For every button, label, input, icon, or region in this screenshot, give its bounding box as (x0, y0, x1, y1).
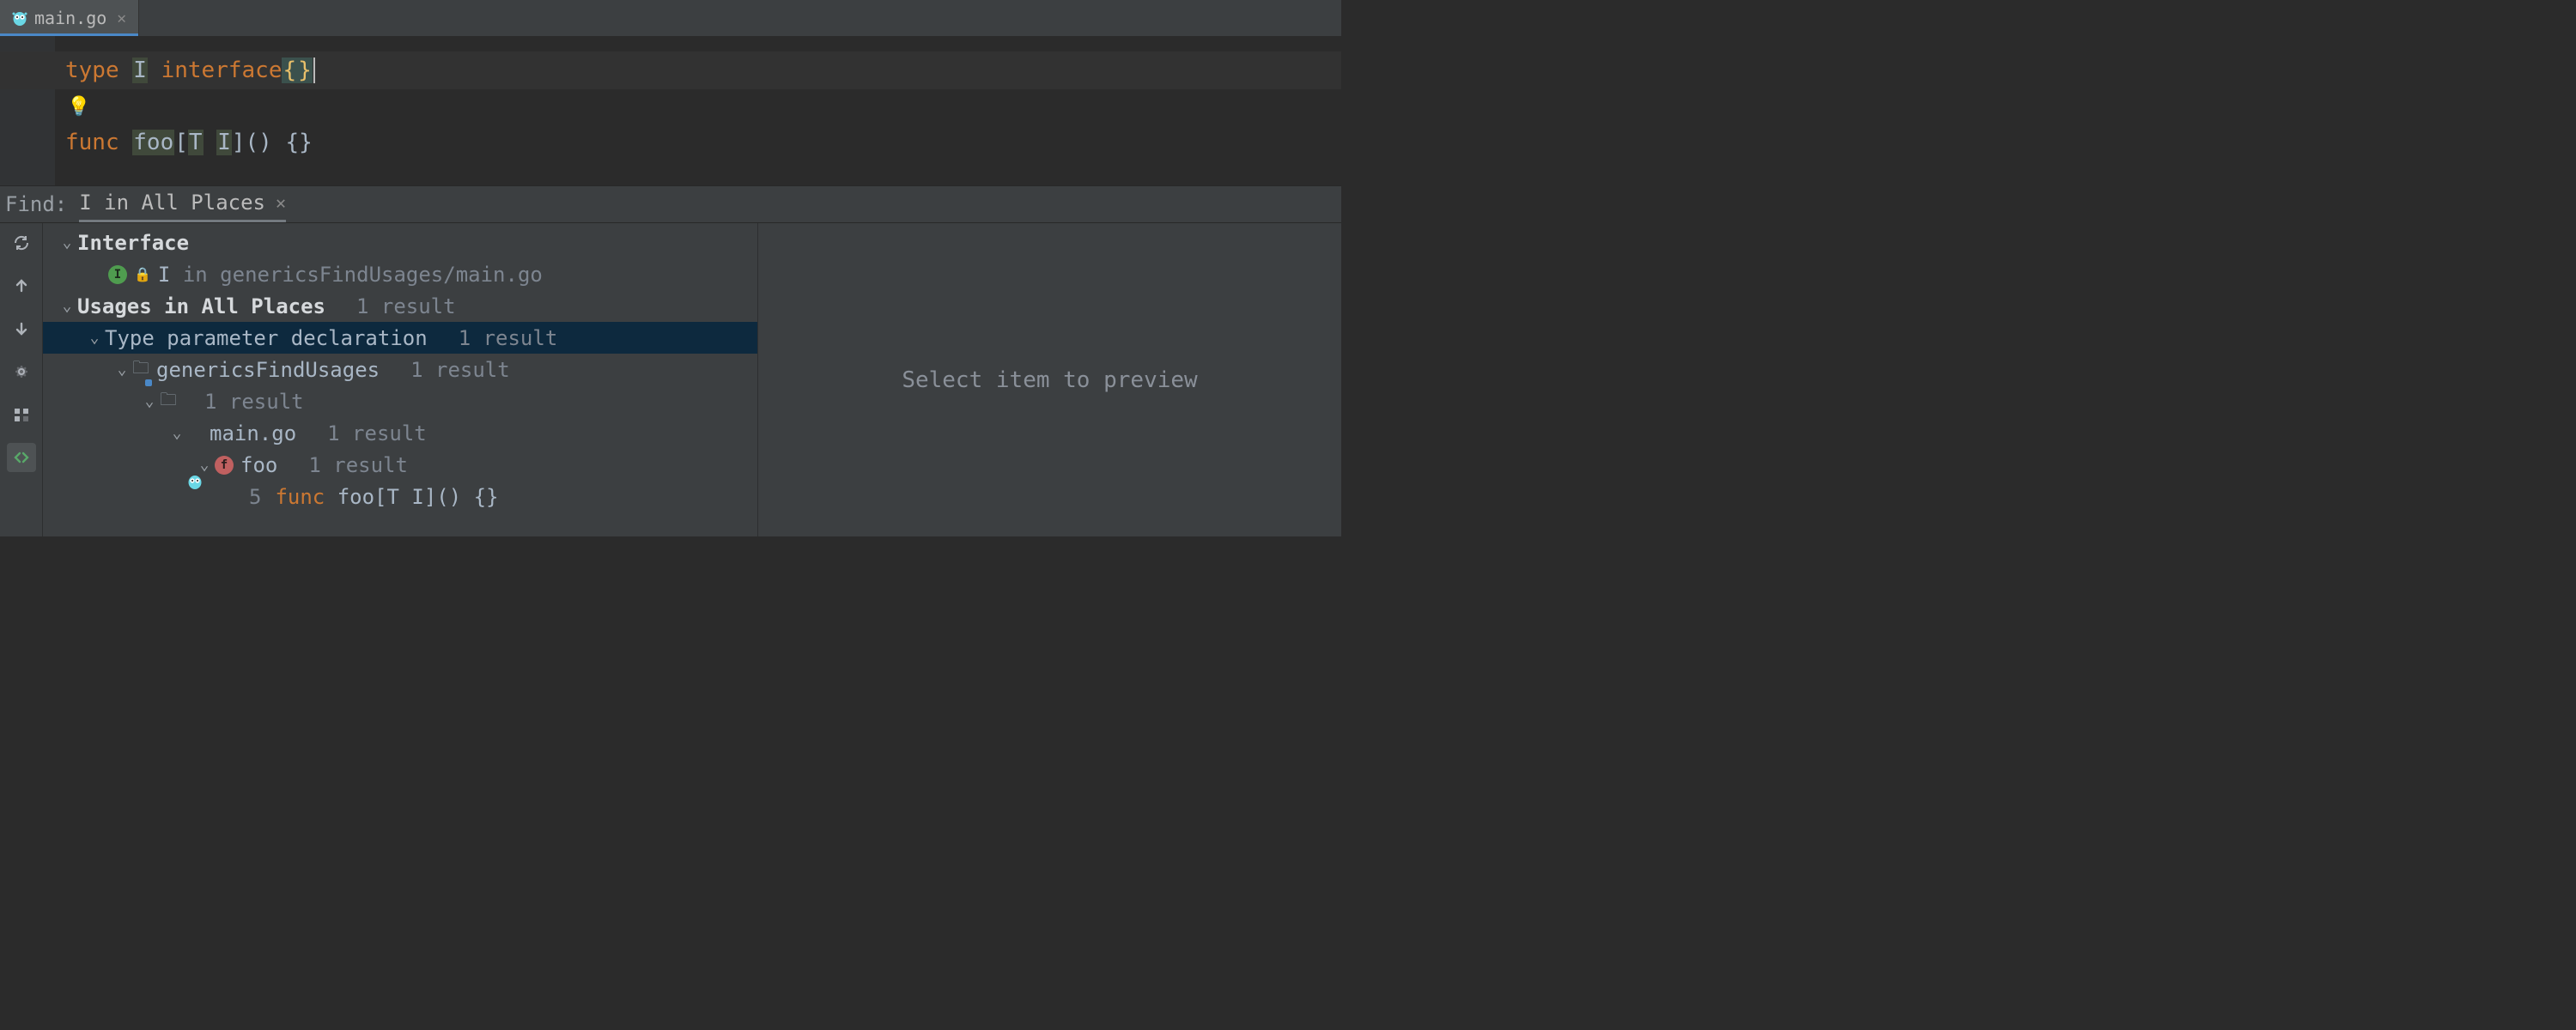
next-occurrence-button[interactable] (7, 314, 36, 343)
go-file-icon (12, 9, 27, 27)
result-count: 1 result (410, 358, 510, 382)
chevron-down-icon: ⌄ (57, 297, 77, 315)
node-label: genericsFindUsages (156, 358, 380, 382)
result-count: 1 result (356, 294, 456, 318)
brace: { (282, 58, 297, 83)
group-label: Usages in All Places (77, 294, 325, 318)
usage-code: foo[T I]() {} (337, 485, 499, 509)
code-line[interactable]: func foo[T I]() {} (0, 124, 1341, 161)
tree-node-directory[interactable]: ⌄ 🗀 1 result (43, 385, 757, 417)
prev-occurrence-button[interactable] (7, 271, 36, 300)
tree-node-package[interactable]: ⌄ 🗀 genericsFindUsages 1 result (43, 354, 757, 385)
code-line[interactable]: type I interface{} (0, 52, 1341, 89)
usage-preview-pane: Select item to preview (757, 223, 1341, 536)
tree-group-interface[interactable]: ⌄ Interface (43, 227, 757, 258)
tree-node-file[interactable]: ⌄ main.go 1 result (43, 417, 757, 449)
lock-icon: 🔒 (134, 266, 151, 282)
keyword-interface: interface (161, 58, 283, 83)
brace: } (297, 58, 313, 83)
find-query-text: I in All Places (79, 191, 265, 215)
tree-group-type-param[interactable]: ⌄ Type parameter declaration 1 result (43, 322, 757, 354)
code-line[interactable]: 💡 (0, 89, 1341, 124)
keyword-func: func (275, 485, 337, 509)
chevron-down-icon: ⌄ (139, 392, 160, 410)
tree-usage-hit[interactable]: 5 func foo[T I]() {} (43, 481, 757, 512)
node-label: main.go (210, 421, 296, 445)
find-label: Find: (5, 192, 67, 216)
item-in: in (170, 263, 220, 287)
chevron-down-icon: ⌄ (84, 329, 105, 347)
bracket: [ (174, 130, 188, 155)
settings-button[interactable] (7, 357, 36, 386)
group-label: Interface (77, 231, 189, 255)
module-folder-icon: 🗀 (132, 355, 149, 385)
keyword-type: type (65, 58, 119, 83)
find-usages-panel: ⌄ Interface I 🔒 I in genericsFindUsages/… (0, 223, 1341, 536)
tree-node-func[interactable]: ⌄ f foo 1 result (43, 449, 757, 481)
line-number: 5 (249, 485, 261, 509)
group-by-button[interactable] (7, 400, 36, 429)
refresh-button[interactable] (7, 228, 36, 258)
chevron-down-icon: ⌄ (57, 233, 77, 251)
go-file-icon (187, 425, 203, 442)
editor-tab-bar: main.go ✕ (0, 0, 1341, 36)
code-rest: () {} (246, 130, 313, 155)
identifier-foo: foo (132, 130, 174, 155)
code-editor[interactable]: type I interface{} 💡 func foo[T I]() {} (0, 36, 1341, 185)
bracket: ] (232, 130, 246, 155)
close-icon[interactable]: ✕ (117, 9, 126, 27)
result-count: 1 result (204, 390, 304, 414)
folder-icon: 🗀 (160, 387, 177, 416)
open-in-editor-button[interactable] (7, 443, 36, 472)
tree-item-interface-I[interactable]: I 🔒 I in genericsFindUsages/main.go (43, 258, 757, 290)
find-usages-tab[interactable]: I in All Places ✕ (79, 187, 286, 222)
keyword-func: func (65, 130, 119, 155)
lightbulb-icon[interactable]: 💡 (67, 96, 90, 118)
group-label: Type parameter declaration (105, 326, 428, 350)
editor-tab-label: main.go (34, 8, 106, 28)
item-name: I (158, 263, 170, 287)
text-caret (313, 58, 315, 83)
result-count: 1 result (327, 421, 427, 445)
preview-placeholder: Select item to preview (902, 367, 1197, 393)
item-path: genericsFindUsages/main.go (220, 263, 543, 287)
identifier-I: I (132, 58, 148, 83)
find-usages-header: Find: I in All Places ✕ (0, 185, 1341, 223)
usages-tree[interactable]: ⌄ Interface I 🔒 I in genericsFindUsages/… (43, 223, 757, 536)
result-count: 1 result (459, 326, 558, 350)
interface-badge-icon: I (108, 265, 127, 284)
find-usages-toolbar (0, 223, 43, 536)
close-icon[interactable]: ✕ (276, 192, 286, 213)
chevron-down-icon: ⌄ (167, 424, 187, 442)
type-constraint-I: I (216, 130, 232, 155)
chevron-down-icon: ⌄ (112, 360, 132, 379)
tree-group-usages[interactable]: ⌄ Usages in All Places 1 result (43, 290, 757, 322)
type-param-T: T (188, 130, 204, 155)
result-count: 1 result (308, 453, 408, 477)
editor-tab-main-go[interactable]: main.go ✕ (0, 0, 139, 36)
